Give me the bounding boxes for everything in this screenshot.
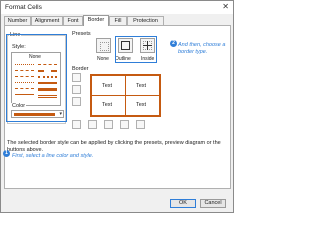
line-group-highlight: [6, 34, 67, 122]
border-bottom-button[interactable]: [72, 97, 81, 106]
tab-fill[interactable]: Fill: [109, 16, 127, 25]
border-middle-button[interactable]: [72, 85, 81, 94]
title-bar: Format Cells ✕: [1, 1, 233, 14]
preview-text: Text: [102, 102, 113, 108]
callout-select-line: First, select a line color and style.: [12, 153, 94, 159]
presets-highlight: [115, 36, 157, 63]
tab-protection[interactable]: Protection: [127, 16, 164, 25]
ok-button[interactable]: OK: [170, 199, 196, 208]
border-diagonal-up-button[interactable]: [72, 120, 81, 129]
close-icon[interactable]: ✕: [222, 2, 229, 11]
callout-number-badge: 1: [3, 150, 10, 157]
presets-label: Presets: [72, 31, 91, 37]
tab-font[interactable]: Font: [63, 16, 83, 25]
preview-text: Text: [102, 83, 113, 89]
callout-choose-border: And then, choose a border type.: [178, 42, 226, 55]
preset-none-label: None: [97, 56, 109, 62]
border-center-button[interactable]: [104, 120, 113, 129]
border-diagonal-down-button[interactable]: [136, 120, 145, 129]
border-label: Border: [72, 66, 89, 72]
preset-none-button[interactable]: [96, 38, 111, 53]
preview-horizontal-line: [92, 95, 159, 96]
tab-strip: Number Alignment Font Border Fill Protec…: [4, 15, 232, 26]
preset-none-icon: [100, 42, 109, 51]
dialog-title: Format Cells: [5, 4, 42, 11]
border-left-button[interactable]: [88, 120, 97, 129]
tab-border[interactable]: Border: [83, 15, 109, 26]
tab-number[interactable]: Number: [4, 16, 31, 25]
border-preview[interactable]: Text Text Text Text: [88, 72, 163, 119]
preview-text: Text: [136, 83, 147, 89]
tab-alignment[interactable]: Alignment: [31, 16, 63, 25]
border-top-button[interactable]: [72, 73, 81, 82]
callout-number-badge: 2: [170, 40, 177, 47]
cancel-button[interactable]: Cancel: [200, 199, 226, 208]
preview-text: Text: [136, 102, 147, 108]
border-right-button[interactable]: [120, 120, 129, 129]
